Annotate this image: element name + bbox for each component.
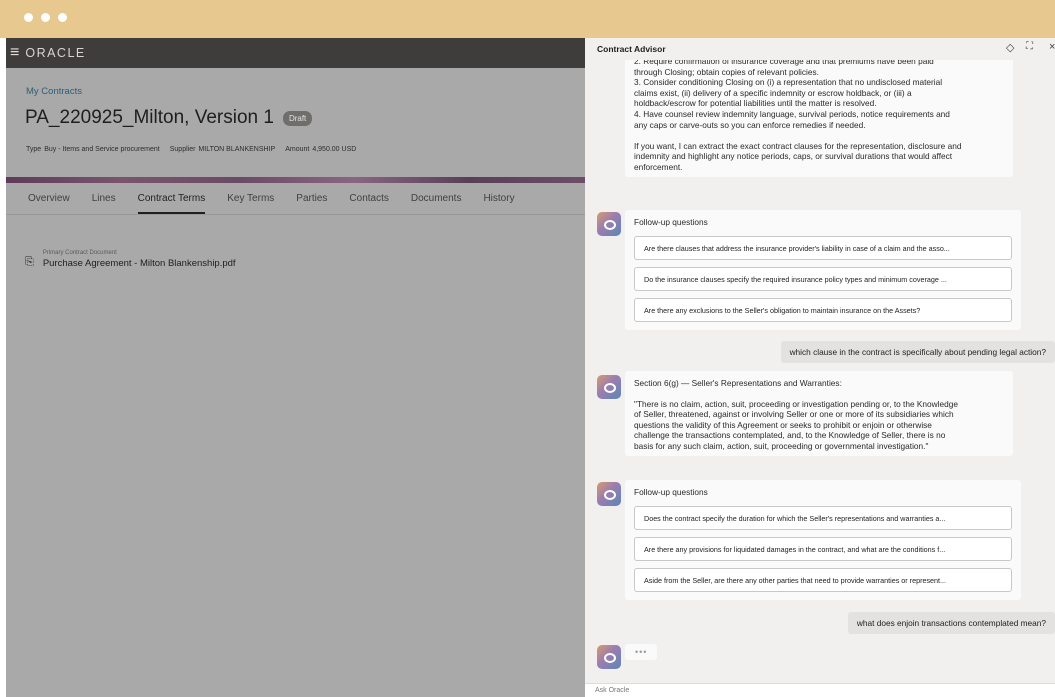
message-line: questions the validity of this Agreement… <box>634 419 932 430</box>
followup-question[interactable]: Do the insurance clauses specify the req… <box>634 267 1012 291</box>
followup-question[interactable]: Are there any exclusions to the Seller's… <box>634 298 1012 322</box>
message-line: 4. Have counsel review indemnity languag… <box>634 108 950 119</box>
advisor-header: Contract Advisor ◇ ⛶ × <box>585 38 1055 60</box>
meta-supplier: Supplier MILTON BLANKENSHIP <box>169 146 276 153</box>
followup-title: Follow-up questions <box>634 217 708 227</box>
pin-icon[interactable]: ◇ <box>1006 41 1014 54</box>
assistant-message: 2. Require confirmation of insurance cov… <box>625 50 1013 177</box>
status-badge: Draft <box>282 110 313 126</box>
oracle-avatar-icon <box>597 212 621 236</box>
oracle-avatar-icon <box>597 645 621 669</box>
tab-contacts[interactable]: Contacts <box>338 183 399 214</box>
window-dot-minimize[interactable] <box>41 13 50 22</box>
breadcrumb[interactable]: My Contracts <box>26 86 82 97</box>
tab-history[interactable]: History <box>472 183 525 214</box>
advisor-title: Contract Advisor <box>597 44 666 54</box>
followup-block: Follow-up questions Does the contract sp… <box>625 480 1021 600</box>
followup-block: Follow-up questions Are there clauses th… <box>625 210 1021 330</box>
tab-bar: Overview Lines Contract Terms Key Terms … <box>6 183 585 215</box>
message-line: through Closing; obtain copies of releva… <box>634 66 819 77</box>
document-file-link[interactable]: Purchase Agreement - Milton Blankenship.… <box>43 258 236 269</box>
typing-indicator: ••• <box>625 644 658 660</box>
contract-meta: Type Buy - Items and Service procurement … <box>26 146 356 153</box>
user-message: what does enjoin transactions contemplat… <box>847 612 1055 634</box>
hamburger-icon[interactable]: ≡ <box>10 45 19 61</box>
contract-title: PA_220925_Milton, Version 1 <box>25 107 274 128</box>
followup-question[interactable]: Aside from the Seller, are there any oth… <box>634 568 1012 592</box>
tab-overview[interactable]: Overview <box>6 183 81 214</box>
message-line: indemnity and highlight any notice perio… <box>634 151 953 162</box>
window-controls <box>24 13 67 22</box>
paperclip-icon: ⎘ <box>25 256 34 268</box>
expand-icon[interactable]: ⛶ <box>1026 41 1033 52</box>
tab-key-terms[interactable]: Key Terms <box>216 183 285 214</box>
followup-title: Follow-up questions <box>634 487 708 497</box>
user-message: which clause in the contract is specific… <box>780 341 1055 363</box>
tab-contract-terms[interactable]: Contract Terms <box>127 183 217 214</box>
window-dot-maximize[interactable] <box>58 13 67 22</box>
message-line: holdback/escrow for potential liabilitie… <box>634 98 877 109</box>
message-line: 3. Consider conditioning Closing on (i) … <box>634 77 943 88</box>
followup-question[interactable]: Does the contract specify the duration f… <box>634 506 1012 530</box>
message-line: claims exist, (ii) delivery of a specifi… <box>634 87 912 98</box>
message-line: If you want, I can extract the exact con… <box>634 140 962 151</box>
message-line: "There is no claim, action, suit, procee… <box>634 398 958 409</box>
top-navbar: ≡ ORACLE <box>6 38 585 68</box>
contract-advisor-panel: Contract Advisor ◇ ⛶ × 2. Require confir… <box>585 38 1055 697</box>
followup-question[interactable]: Are there clauses that address the insur… <box>634 236 1012 260</box>
tab-parties[interactable]: Parties <box>285 183 338 214</box>
message-line: any caps or carve-outs so you can enforc… <box>634 119 866 130</box>
meta-type: Type Buy - Items and Service procurement <box>26 146 160 153</box>
meta-amount: Amount 4,950.00 USD <box>285 146 357 153</box>
oracle-avatar-icon <box>597 482 621 506</box>
assistant-message: Section 6(g) — Seller's Representations … <box>625 371 1013 456</box>
message-line: basis for any such claim, action, suit, … <box>634 440 929 451</box>
tab-lines[interactable]: Lines <box>81 183 127 214</box>
close-icon[interactable]: × <box>1049 41 1055 53</box>
message-line: enforcement. <box>634 161 683 172</box>
message-line: challenge the transactions contemplated,… <box>634 430 946 441</box>
page-title: PA_220925_Milton, Version 1 Draft <box>25 107 313 129</box>
contract-page: ≡ ORACLE My Contracts PA_220925_Milton, … <box>6 38 585 697</box>
ask-input[interactable]: Ask Oracle <box>585 683 1055 697</box>
window-dot-close[interactable] <box>24 13 33 22</box>
document-caption: Primary Contract Document <box>42 250 117 256</box>
primary-document[interactable]: ⎘ Primary Contract Document Purchase Agr… <box>25 250 236 269</box>
oracle-logo: ORACLE <box>25 46 86 60</box>
tab-documents[interactable]: Documents <box>400 183 473 214</box>
message-line: of Seller, threatened, against or involv… <box>634 409 954 420</box>
answer-heading: Section 6(g) — Seller's Representations … <box>634 378 842 388</box>
followup-question[interactable]: Are there any provisions for liquidated … <box>634 537 1012 561</box>
oracle-avatar-icon <box>597 375 621 399</box>
